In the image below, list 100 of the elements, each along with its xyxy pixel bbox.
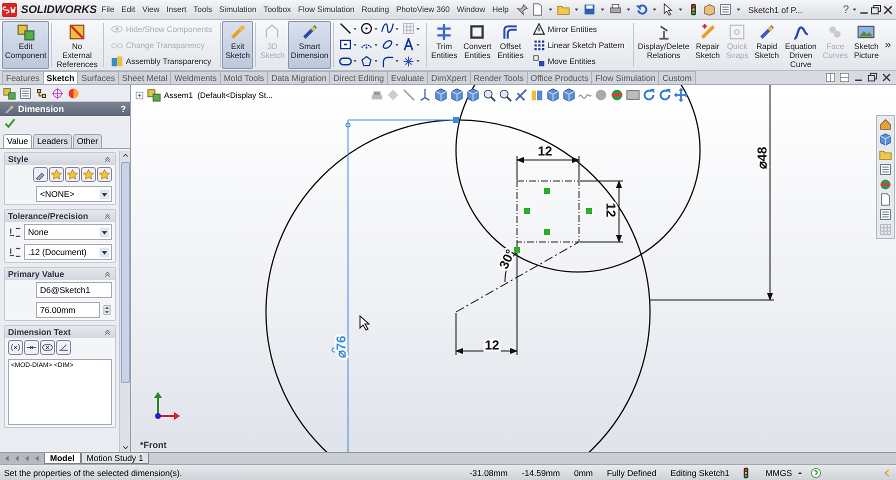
menu-item[interactable]: View	[138, 5, 163, 14]
cube-icon[interactable]	[450, 88, 464, 102]
help-button[interactable]: ?	[120, 104, 126, 114]
house-icon[interactable]	[879, 118, 892, 131]
magnifier-icon[interactable]	[498, 88, 512, 102]
cube-icon[interactable]	[466, 88, 480, 102]
command-tab[interactable]: Sketch	[42, 71, 78, 84]
dropdown[interactable]: .12 (Document)	[24, 244, 112, 260]
ribbon-button[interactable]: Offset Entities	[494, 21, 527, 69]
dimension-line[interactable]	[650, 85, 774, 301]
magnifier-icon[interactable]	[482, 88, 496, 102]
menu-item[interactable]: Insert	[162, 5, 190, 14]
more-button[interactable]: »	[882, 38, 894, 52]
list-icon[interactable]	[879, 208, 892, 221]
menu-item[interactable]: PhotoView 360	[392, 5, 454, 14]
undo-icon[interactable]	[635, 3, 648, 16]
command-tab[interactable]: Sheet Metal	[118, 71, 172, 84]
close-icon[interactable]	[882, 4, 894, 16]
tree-item[interactable]: Assem1 (Default<Display St...	[164, 90, 273, 100]
menu-item[interactable]: Help	[488, 5, 512, 14]
refresh-icon[interactable]	[658, 88, 672, 102]
ribbon-button[interactable]: Assembly Transparency	[108, 54, 216, 68]
line-icon[interactable]	[338, 22, 352, 36]
command-tab[interactable]: Mold Tools	[220, 71, 268, 84]
save-style-button[interactable]	[81, 167, 96, 182]
slot-icon[interactable]	[338, 54, 352, 68]
command-tab[interactable]: DimXpert	[427, 71, 471, 84]
ribbon-button[interactable]: Convert Entities	[460, 21, 494, 69]
configuration-icon[interactable]	[35, 87, 48, 100]
panel-tab[interactable]: Leaders	[33, 134, 72, 148]
blocks-icon[interactable]	[530, 88, 544, 102]
spline-icon[interactable]	[380, 22, 394, 36]
point-icon[interactable]	[402, 54, 415, 68]
close-icon[interactable]	[881, 72, 892, 83]
save-icon[interactable]	[583, 3, 596, 16]
target-icon[interactable]	[51, 87, 64, 100]
command-tab[interactable]: Custom	[658, 71, 696, 84]
ribbon-button[interactable]: Edit Component	[2, 21, 50, 69]
dimension-text[interactable]: 12	[538, 144, 552, 158]
model-tab[interactable]: Model	[44, 453, 81, 464]
appearance-icon[interactable]	[67, 87, 80, 100]
cube-icon[interactable]	[562, 88, 576, 102]
edit-style-button[interactable]	[33, 167, 48, 182]
menu-item[interactable]: Simulation	[216, 5, 260, 14]
ribbon-button[interactable]: Equation Driven Curve	[782, 21, 820, 69]
rectangle-icon[interactable]	[338, 38, 352, 52]
restore-icon[interactable]	[867, 72, 878, 83]
help-button[interactable]: ?	[840, 4, 851, 16]
ok-check-icon[interactable]	[4, 117, 16, 129]
add-style-button[interactable]	[49, 167, 64, 182]
load-style-button[interactable]	[97, 167, 112, 182]
command-tab[interactable]: Surfaces	[77, 71, 119, 84]
ribbon-button[interactable]: Trim Entities	[428, 21, 460, 69]
list-icon[interactable]	[719, 3, 732, 16]
menu-item[interactable]: Flow Simulation	[294, 5, 358, 14]
scrollbar-thumb[interactable]	[120, 162, 130, 383]
dimension-text[interactable]: ⌀48	[754, 146, 770, 170]
dropdown[interactable]: None	[24, 224, 112, 240]
help-icon[interactable]	[810, 466, 822, 478]
ribbon-button[interactable]: Rapid Sketch	[752, 21, 782, 69]
model-tab[interactable]: Motion Study 1	[80, 453, 150, 464]
ribbon-button[interactable]: Sketch Picture	[850, 21, 882, 69]
menu-item[interactable]: Routing	[358, 5, 393, 14]
refresh-icon[interactable]	[642, 88, 656, 102]
command-tab[interactable]: Office Products	[526, 71, 592, 84]
property-icon[interactable]	[19, 87, 32, 100]
pin-icon[interactable]	[516, 4, 528, 16]
text-icon[interactable]	[402, 38, 415, 52]
ribbon-button[interactable]: Repair Sketch	[692, 21, 723, 69]
expand-icon[interactable]	[135, 90, 144, 100]
ribbon-button[interactable]: Display/Delete Relations	[634, 21, 692, 69]
tile-icon[interactable]	[825, 72, 836, 83]
menu-item[interactable]: Edit	[118, 5, 139, 14]
move-icon[interactable]	[674, 88, 688, 102]
fillet-icon[interactable]	[380, 54, 394, 68]
dimension-line[interactable]	[455, 312, 518, 356]
command-tab[interactable]: Render Tools	[470, 71, 528, 84]
collapse-icon[interactable]	[103, 328, 112, 336]
menu-item[interactable]: Tools	[190, 5, 216, 14]
globe-icon[interactable]	[879, 178, 892, 191]
cube-icon[interactable]	[879, 133, 892, 146]
collapse-icon[interactable]	[103, 212, 112, 220]
ribbon-button[interactable]: Mirror Entities	[530, 22, 628, 36]
dimension-line[interactable]	[516, 156, 580, 180]
axes-icon[interactable]	[418, 88, 432, 102]
command-tab[interactable]: Evaluate	[387, 71, 428, 84]
ribbon-button[interactable]: Smart Dimension	[288, 21, 332, 69]
polygon-icon[interactable]	[360, 54, 373, 68]
dropdown[interactable]: <NONE>	[36, 186, 112, 202]
menu-item[interactable]: Window	[453, 5, 489, 14]
offset-text-button[interactable]	[56, 340, 71, 355]
number-field[interactable]: 76.00mm	[36, 302, 100, 318]
command-tab[interactable]: Flow Simulation	[591, 71, 660, 84]
folder-icon[interactable]	[879, 148, 892, 161]
panel-tab[interactable]: Value	[3, 134, 32, 148]
center-button[interactable]	[24, 340, 39, 355]
dimension-text[interactable]: 12	[484, 338, 500, 352]
tile-icon[interactable]	[839, 72, 850, 83]
text-field[interactable]: D6@Sketch1	[36, 282, 112, 298]
units-button[interactable]: MMGS	[766, 468, 792, 478]
